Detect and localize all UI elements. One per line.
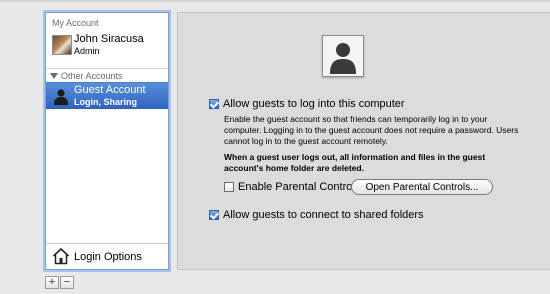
user-avatar (52, 35, 72, 55)
allow-shared-row[interactable]: Allow guests to connect to shared folder… (209, 209, 424, 221)
parental-controls-label: Enable Parental Controls (238, 181, 361, 193)
allow-login-label: Allow guests to log into this computer (223, 98, 405, 110)
divider (46, 68, 168, 69)
other-accounts-label: Other Accounts (61, 71, 123, 81)
login-options-label: Login Options (74, 251, 142, 263)
user-silhouette-icon (330, 43, 356, 74)
logout-warning: When a guest user logs out, all informat… (224, 152, 486, 173)
guest-detail: Login, Sharing (74, 97, 137, 107)
allow-shared-folders-label: Allow guests to connect to shared folder… (223, 209, 424, 221)
disclosure-triangle-icon[interactable] (50, 73, 58, 79)
user-name: John Siracusa (74, 33, 144, 45)
guest-name: Guest Account (74, 84, 146, 96)
other-accounts-header: Other Accounts (50, 71, 123, 81)
guest-picture[interactable] (322, 35, 364, 77)
account-row-john[interactable]: John Siracusa Admin (46, 32, 168, 68)
parental-controls-checkbox[interactable] (224, 182, 234, 192)
guest-settings-panel: Allow guests to log into this computer E… (177, 12, 550, 270)
guest-silhouette-icon (54, 89, 68, 105)
login-options-item[interactable]: Login Options (46, 243, 168, 269)
house-icon (52, 247, 70, 265)
allow-login-description: Enable the guest account so that friends… (224, 114, 519, 146)
parental-controls-row[interactable]: Enable Parental Controls (224, 181, 360, 193)
add-account-button[interactable]: + (45, 276, 59, 289)
accounts-list[interactable]: My Account John Siracusa Admin Other Acc… (45, 12, 169, 270)
account-row-guest[interactable]: Guest Account Login, Sharing (46, 82, 168, 109)
allow-shared-folders-checkbox[interactable] (209, 210, 219, 220)
user-role: Admin (74, 46, 100, 56)
my-account-header: My Account (52, 18, 99, 28)
window-top-edge (0, 0, 550, 2)
allow-login-checkbox[interactable] (209, 99, 219, 109)
remove-account-button[interactable]: − (60, 276, 74, 289)
allow-login-row[interactable]: Allow guests to log into this computer (209, 98, 405, 110)
open-parental-controls-button[interactable]: Open Parental Controls... (351, 179, 493, 195)
